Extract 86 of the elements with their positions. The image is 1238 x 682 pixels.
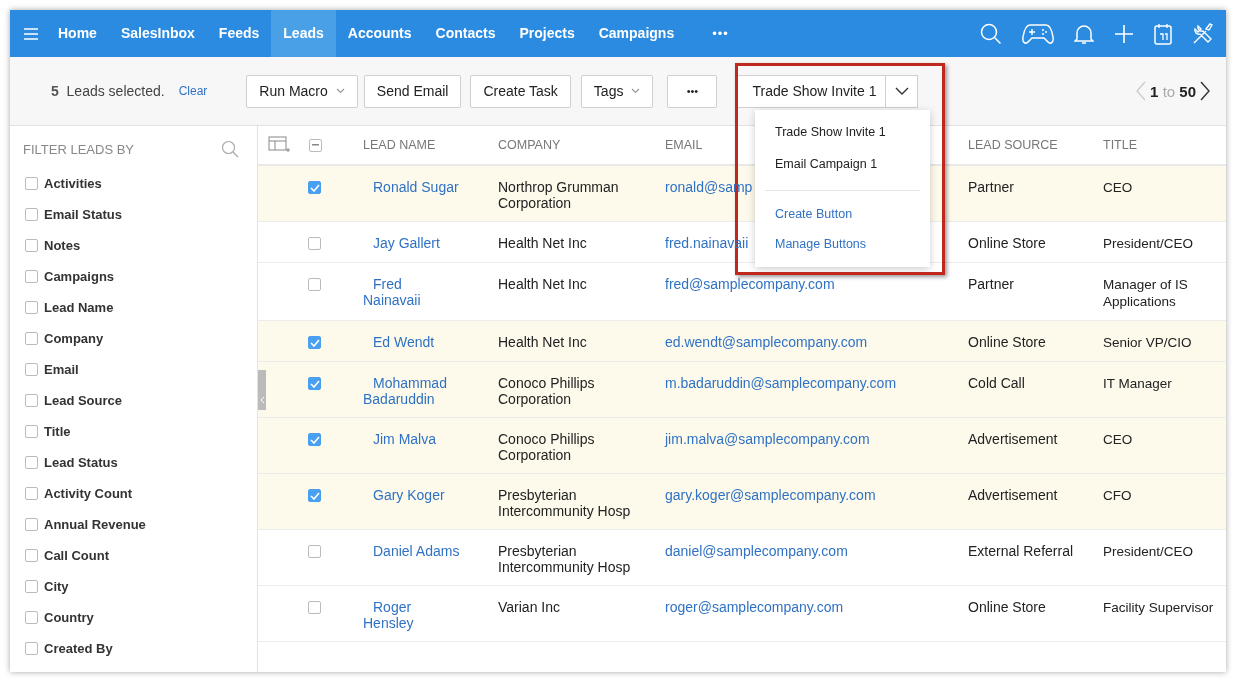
- table-cell-text: Presbyterian Intercommunity Hosp: [498, 487, 632, 519]
- table-cell: CEO: [1103, 180, 1133, 195]
- lead-name-link[interactable]: Daniel Adams: [363, 543, 460, 559]
- nav-tab[interactable]: Contacts: [423, 10, 508, 57]
- menu-item[interactable]: Email Campaign 1: [755, 148, 930, 180]
- filter-label: City: [44, 579, 69, 594]
- filter-label: Activities: [44, 176, 102, 191]
- clear-link[interactable]: Clear: [178, 84, 208, 98]
- filter-label: Email Status: [44, 207, 123, 222]
- toolbar-button[interactable]: •••: [667, 74, 718, 108]
- table-cell-text: Conoco Phillips Corporation: [498, 431, 596, 463]
- table-cell: Advertisement: [968, 487, 1058, 503]
- table-cell: Manager of IS Applications: [1103, 277, 1188, 309]
- nav-tab[interactable]: Home: [46, 10, 109, 57]
- table-cell-text: Health Net Inc: [498, 276, 588, 292]
- table-cell: CEO: [1103, 432, 1133, 447]
- filter-label: Lead Name: [44, 300, 114, 315]
- table-cell: IT Manager: [1103, 376, 1172, 391]
- lead-name-link[interactable]: Fred Nainavaii: [363, 276, 460, 308]
- email-link[interactable]: fred@samplecompany.com: [665, 276, 835, 292]
- lead-name-link[interactable]: Jim Malva: [363, 431, 460, 447]
- filter-label: Annual Revenue: [44, 517, 146, 532]
- filter-label: Title: [44, 424, 71, 439]
- table-cell-text: Northrop Grumman Corporation: [498, 179, 620, 211]
- table-cell: Online Store: [968, 334, 1046, 350]
- filter-label: Activity Count: [44, 486, 133, 501]
- nav-tab[interactable]: Feeds: [206, 10, 272, 57]
- column-header[interactable]: LEAD NAME: [355, 138, 490, 152]
- menu-item[interactable]: Create Button: [755, 199, 930, 229]
- selection-count: 5 Leads selected.: [51, 83, 165, 99]
- lead-name-link[interactable]: Mohammad Badaruddin: [363, 375, 460, 407]
- table-cell-text: Conoco Phillips Corporation: [498, 375, 596, 407]
- toolbar-button[interactable]: Run Macro: [246, 74, 358, 108]
- lead-name-link[interactable]: Ronald Sugar: [363, 179, 460, 195]
- nav-tab[interactable]: Projects: [507, 10, 587, 57]
- column-header[interactable]: LEAD SOURCE: [960, 138, 1095, 152]
- email-link[interactable]: ed.wendt@samplecompany.com: [665, 334, 868, 350]
- table-cell: Cold Call: [968, 375, 1025, 391]
- toolbar-button[interactable]: Send Email: [363, 74, 462, 108]
- mail-merge-button[interactable]: Trade Show Invite 1: [737, 74, 887, 108]
- table-cell: CFO: [1103, 488, 1132, 503]
- email-link[interactable]: gary.koger@samplecompany.com: [665, 487, 876, 503]
- filter-heading: FILTER LEADS BY: [23, 141, 134, 157]
- table-cell: External Referral: [968, 543, 1074, 559]
- nav-tab[interactable]: SalesInbox: [108, 10, 207, 57]
- filter-label: Lead Status: [44, 455, 118, 470]
- lead-name-link[interactable]: Roger Hensley: [363, 599, 460, 631]
- menu-item[interactable]: Trade Show Invite 1: [755, 116, 930, 148]
- filter-label: Company: [44, 331, 104, 346]
- email-link[interactable]: m.badaruddin@samplecompany.com: [665, 375, 897, 391]
- table-cell-text: Health Net Inc: [498, 334, 588, 350]
- table-cell: Advertisement: [968, 431, 1058, 447]
- filter-label: Email: [44, 362, 79, 377]
- more-tabs-button[interactable]: •••: [712, 26, 729, 41]
- nav-tab[interactable]: Accounts: [335, 10, 424, 57]
- lead-name-link[interactable]: Gary Koger: [363, 487, 460, 503]
- table-cell-text: Presbyterian Intercommunity Hosp: [498, 543, 632, 575]
- table-cell: President/CEO: [1103, 236, 1194, 251]
- toolbar-button[interactable]: Create Task: [470, 74, 571, 108]
- filter-label: Created By: [44, 641, 113, 656]
- column-header[interactable]: COMPANY: [490, 138, 657, 152]
- table-cell: Facility Supervisor: [1103, 600, 1214, 615]
- email-link[interactable]: jim.malva@samplecompany.com: [665, 431, 870, 447]
- email-link[interactable]: daniel@samplecompany.com: [665, 543, 848, 559]
- nav-tab[interactable]: Campaigns: [586, 10, 687, 57]
- nav-tab[interactable]: Leads: [271, 10, 336, 57]
- filter-label: Notes: [44, 238, 81, 253]
- filter-label: Country: [44, 610, 94, 625]
- toolbar-button[interactable]: Tags: [580, 74, 654, 108]
- filter-label: Call Count: [44, 548, 109, 563]
- lead-name-link[interactable]: Jay Gallert: [363, 235, 460, 251]
- table-cell-text: Varian Inc: [498, 599, 561, 615]
- page-range: 1 to 50: [1150, 82, 1196, 100]
- filter-label: Campaigns: [44, 269, 115, 284]
- lead-name-link[interactable]: Ed Wendt: [363, 334, 460, 350]
- filter-label: Lead Source: [44, 393, 123, 408]
- table-cell: President/CEO: [1103, 544, 1194, 559]
- menu-item[interactable]: Manage Buttons: [755, 229, 930, 259]
- table-cell: Partner: [968, 179, 1014, 195]
- table-cell: Partner: [968, 276, 1014, 292]
- email-link[interactable]: roger@samplecompany.com: [665, 599, 844, 615]
- table-cell: Online Store: [968, 235, 1046, 251]
- table-cell: Senior VP/CIO: [1103, 335, 1192, 350]
- table-cell: Online Store: [968, 599, 1046, 615]
- column-header[interactable]: TITLE: [1095, 138, 1226, 152]
- table-cell-text: Health Net Inc: [498, 235, 588, 251]
